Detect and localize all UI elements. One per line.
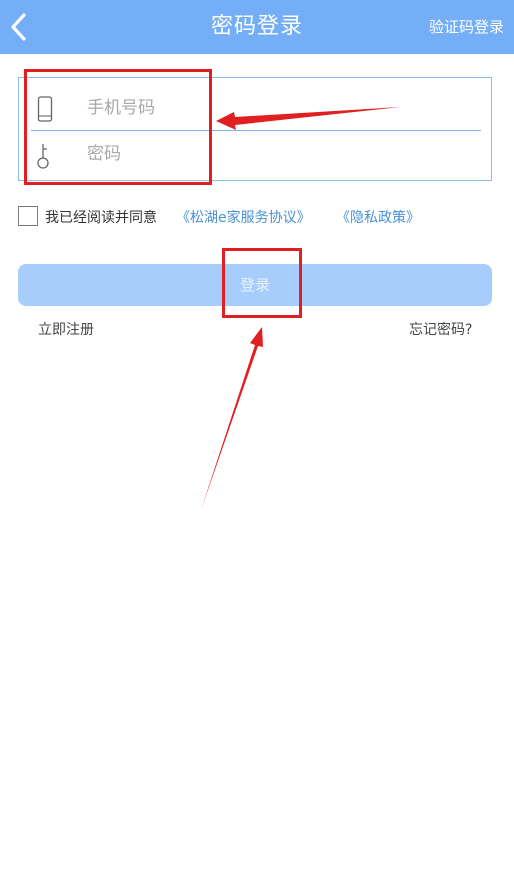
annotation-arrows — [201, 107, 400, 510]
arrow-to-login — [201, 327, 263, 510]
arrow-to-fields — [216, 107, 400, 130]
